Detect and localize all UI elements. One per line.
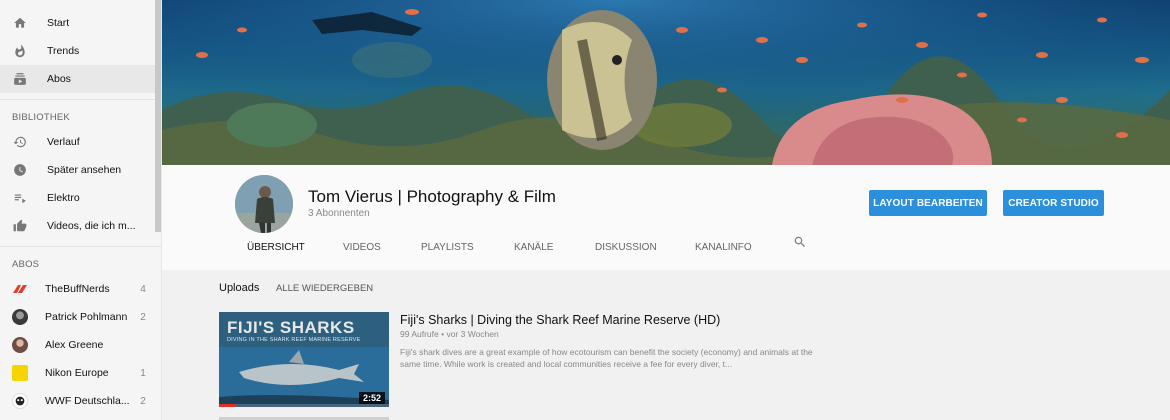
- tab-discussion[interactable]: DISKUSSION: [595, 242, 657, 253]
- sub-new-count: 2: [140, 311, 146, 323]
- video-description: Fiji's shark dives are a great example o…: [400, 347, 813, 369]
- clock-icon: [12, 162, 28, 178]
- sidebar-divider: [0, 246, 161, 247]
- video-meta: 99 Aufrufe • vor 3 Wochen: [400, 329, 499, 339]
- subscriber-count: 3 Abonnenten: [308, 208, 370, 219]
- uploads-heading[interactable]: Uploads: [219, 282, 259, 294]
- tab-about[interactable]: KANALINFO: [695, 242, 752, 253]
- history-icon: [12, 134, 28, 150]
- uploads-section: Uploads ALLE WIEDERGEBEN FIJI'S SHARKS D…: [162, 270, 1170, 420]
- channel-avatar-large[interactable]: [235, 175, 293, 233]
- watch-progress-fill: [219, 404, 236, 407]
- home-icon: [12, 15, 28, 31]
- underwater-reef-image: [162, 0, 1170, 165]
- sidebar-item-label: Verlauf: [47, 136, 80, 148]
- sub-name: Patrick Pohlmann: [45, 311, 128, 323]
- sidebar-sub-thebuffnerds[interactable]: TheBuffNerds 4: [0, 275, 161, 303]
- sub-name: Alex Greene: [45, 339, 104, 351]
- subscriptions-icon: [12, 71, 28, 87]
- tab-overview[interactable]: ÜBERSICHT: [247, 242, 305, 253]
- channel-avatar: [12, 365, 28, 381]
- channel-header: Tom Vierus | Photography & Film 3 Abonne…: [162, 165, 1170, 270]
- playlist-icon: [12, 190, 28, 206]
- sidebar-item-label: Videos, die ich m...: [47, 220, 136, 232]
- sidebar-item-label: Abos: [47, 73, 71, 85]
- subscriptions-section-title: ABOS: [12, 258, 40, 270]
- channel-title: Tom Vierus | Photography & Film: [308, 187, 556, 206]
- sub-new-count: 1: [140, 367, 146, 379]
- sidebar-item-abos[interactable]: Abos: [0, 65, 161, 93]
- tab-channels[interactable]: KANÄLE: [514, 242, 553, 253]
- creator-studio-button[interactable]: CREATOR STUDIO: [1003, 190, 1104, 216]
- channel-avatar: [12, 393, 28, 409]
- sidebar: Start Trends Abos BIBLIOTHEK Verlauf Spä…: [0, 0, 162, 420]
- video-title[interactable]: Fiji's Sharks | Diving the Shark Reef Ma…: [400, 313, 720, 327]
- sidebar-item-start[interactable]: Start: [0, 9, 161, 37]
- channel-avatar: [12, 281, 28, 297]
- sidebar-item-label: Elektro: [47, 192, 80, 204]
- thumbs-up-icon: [12, 218, 28, 234]
- sub-new-count: 2: [140, 395, 146, 407]
- search-icon[interactable]: [793, 235, 807, 254]
- edit-layout-button[interactable]: LAYOUT BEARBEITEN: [869, 190, 987, 216]
- sidebar-item-label: Später ansehen: [47, 164, 122, 176]
- thumbnail-subtitle-text: DIVING IN THE SHARK REEF MARINE RESERVE: [227, 337, 361, 343]
- sidebar-item-elektro[interactable]: Elektro: [0, 184, 161, 212]
- sidebar-scrollbar[interactable]: [155, 0, 161, 232]
- sidebar-sub-wwf-deutschland[interactable]: WWF Deutschla... 2: [0, 387, 161, 415]
- sub-name: Nikon Europe: [45, 367, 109, 379]
- sidebar-item-liked-videos[interactable]: Videos, die ich m...: [0, 212, 161, 240]
- sub-name: TheBuffNerds: [45, 283, 110, 295]
- thumbnail-title-text: FIJI'S SHARKS: [227, 318, 355, 337]
- sub-name: WWF Deutschla...: [45, 395, 130, 407]
- sidebar-sub-nikon-europe[interactable]: Nikon Europe 1: [0, 359, 161, 387]
- video-thumbnail[interactable]: FIJI'S SHARKS DIVING IN THE SHARK REEF M…: [219, 312, 389, 407]
- channel-avatar: [12, 337, 28, 353]
- sidebar-sub-alex-greene[interactable]: Alex Greene: [0, 331, 161, 359]
- watch-progress-bar: [219, 404, 389, 407]
- channel-banner: [162, 0, 1170, 165]
- tab-playlists[interactable]: PLAYLISTS: [421, 242, 474, 253]
- sidebar-item-watch-later[interactable]: Später ansehen: [0, 156, 161, 184]
- video-duration: 2:52: [358, 392, 385, 404]
- flame-icon: [12, 43, 28, 59]
- sidebar-sub-patrick-pohlmann[interactable]: Patrick Pohlmann 2: [0, 303, 161, 331]
- sidebar-item-trends[interactable]: Trends: [0, 37, 161, 65]
- sidebar-item-label: Trends: [47, 45, 80, 57]
- tab-videos[interactable]: VIDEOS: [343, 242, 381, 253]
- sidebar-divider: [0, 99, 161, 100]
- library-section-title: BIBLIOTHEK: [12, 111, 70, 123]
- play-all-button[interactable]: ALLE WIEDERGEBEN: [276, 283, 373, 294]
- sidebar-item-label: Start: [47, 17, 70, 29]
- sidebar-item-history[interactable]: Verlauf: [0, 128, 161, 156]
- sub-new-count: 4: [140, 283, 146, 295]
- channel-avatar: [12, 309, 28, 325]
